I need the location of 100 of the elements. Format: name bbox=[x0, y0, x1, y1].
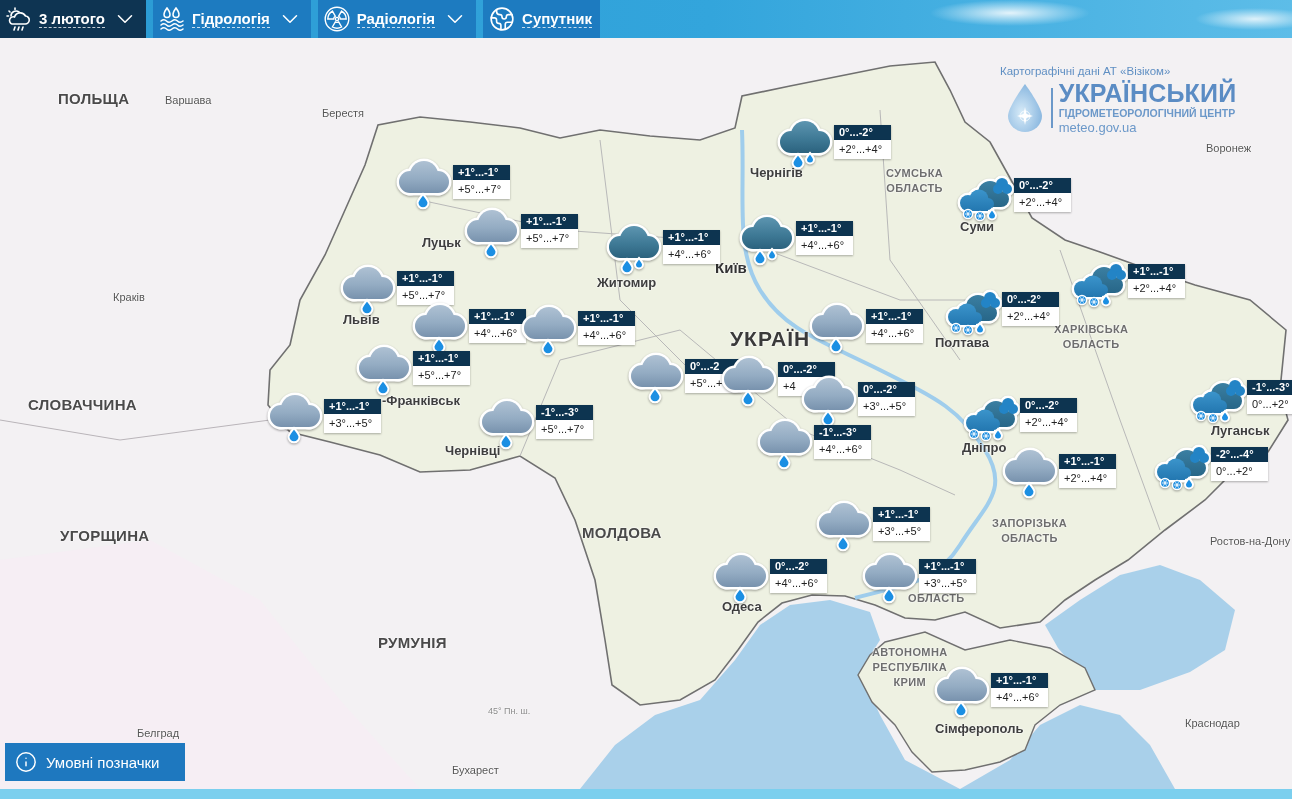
day-temperature: +5°...+7° bbox=[521, 229, 578, 248]
day-temperature: +2°...+4° bbox=[1059, 469, 1116, 488]
map-label: АВТОНОМНА РЕСПУБЛІКА КРИМ bbox=[872, 645, 948, 690]
day-temperature: +4°...+6° bbox=[578, 326, 635, 345]
day-temperature: +2°...+4° bbox=[1020, 413, 1077, 432]
night-temperature: -1°...-3° bbox=[1247, 380, 1292, 395]
globe-icon bbox=[489, 6, 516, 32]
night-temperature: +1°...-1° bbox=[663, 230, 720, 245]
map-label: Чернівці bbox=[445, 444, 501, 459]
map-label: Воронеж bbox=[1206, 142, 1252, 155]
night-temperature: +1°...-1° bbox=[991, 673, 1048, 688]
night-temperature: +1°...-1° bbox=[919, 559, 976, 574]
map-attribution: Картографічні дані АТ «Візіком» bbox=[1000, 64, 1171, 78]
map-label: УГОРЩИНА bbox=[60, 527, 150, 545]
night-temperature: +1°...-1° bbox=[1128, 264, 1185, 279]
rain-cloud-icon bbox=[720, 354, 778, 408]
map-label: 45° Пн. ш. bbox=[488, 706, 531, 717]
map-label: Сімферополь bbox=[935, 722, 1024, 737]
map-label: Полтава bbox=[935, 336, 989, 351]
map-label: Белград bbox=[137, 727, 180, 740]
map-label: Чернігів bbox=[750, 166, 803, 181]
rain-cloud-icon bbox=[520, 303, 578, 357]
map-label: ОБЛАСТЬ bbox=[908, 591, 965, 606]
night-temperature: 0°...-2° bbox=[1014, 178, 1071, 193]
night-temperature: 0°...-2° bbox=[858, 382, 915, 397]
map-label: Львів bbox=[343, 313, 380, 328]
drops-and-waves-icon bbox=[159, 7, 185, 31]
cloud-sun-rain-icon bbox=[6, 7, 32, 31]
night-temperature: 0°...-2° bbox=[1002, 292, 1059, 307]
day-temperature: +2°...+4° bbox=[1128, 279, 1185, 298]
map-label: МОЛДОВА bbox=[582, 524, 662, 542]
night-temperature: +1°...-1° bbox=[453, 165, 510, 180]
night-temperature: +1°...-1° bbox=[873, 507, 930, 522]
nav-tab[interactable]: 3 лютого bbox=[0, 0, 146, 38]
day-temperature: +4°...+6° bbox=[796, 236, 853, 255]
day-temperature: +3°...+5° bbox=[324, 414, 381, 433]
rain-cloud-icon bbox=[355, 343, 413, 397]
night-temperature: -1°...-3° bbox=[814, 425, 871, 440]
day-temperature: +4°...+6° bbox=[866, 324, 923, 343]
map-label: Варшава bbox=[165, 94, 212, 107]
day-temperature: +2°...+4° bbox=[834, 140, 891, 159]
day-temperature: +2°...+4° bbox=[1002, 307, 1059, 326]
night-temperature: +1°...-1° bbox=[469, 309, 526, 324]
map-label: Берестя bbox=[322, 107, 365, 120]
night-temperature: +1°...-1° bbox=[397, 271, 454, 286]
day-temperature: +4°...+6° bbox=[663, 245, 720, 264]
rain-cloud-icon bbox=[627, 351, 685, 405]
rain-cloud-icon bbox=[339, 263, 397, 317]
day-temperature: 0°...+2° bbox=[1211, 462, 1268, 481]
map-label: Луганськ bbox=[1211, 424, 1270, 439]
night-temperature: +1°...-1° bbox=[796, 221, 853, 236]
legend-button[interactable]: Умовні позначки bbox=[5, 743, 185, 781]
night-temperature: 0°...-2° bbox=[778, 362, 835, 377]
night-temperature: +1°...-1° bbox=[1059, 454, 1116, 469]
day-temperature: +3°...+5° bbox=[873, 522, 930, 541]
map-label: Одеса bbox=[722, 600, 762, 615]
logo-title: УКРАЇНСЬКИЙ bbox=[1058, 79, 1237, 107]
night-temperature: +1°...-1° bbox=[521, 214, 578, 229]
rain-cloud-icon bbox=[463, 206, 521, 260]
day-temperature: +4°...+6° bbox=[814, 440, 871, 459]
day-temperature: +5°...+7° bbox=[413, 366, 470, 385]
day-temperature: 0°...+2° bbox=[1247, 395, 1292, 414]
night-temperature: +1°...-1° bbox=[413, 351, 470, 366]
map-label: Ростов-на-Дону bbox=[1210, 535, 1291, 548]
night-temperature: +1°...-1° bbox=[324, 399, 381, 414]
nav-tab[interactable]: Супутник bbox=[483, 0, 600, 38]
night-temperature: -1°...-3° bbox=[536, 405, 593, 420]
map-label: СЛОВАЧЧИНА bbox=[28, 396, 137, 414]
night-temperature: -2°...-4° bbox=[1211, 447, 1268, 462]
info-icon bbox=[15, 751, 37, 773]
day-temperature: +3°...+5° bbox=[919, 574, 976, 593]
map-label: Краснодар bbox=[1185, 717, 1240, 730]
night-temperature: +1°...-1° bbox=[866, 309, 923, 324]
rain-cloud-icon bbox=[815, 499, 873, 553]
map-label: ПОЛЬЩА bbox=[58, 90, 130, 108]
rain-cloud-icon bbox=[266, 391, 324, 445]
day-temperature: +5°...+7° bbox=[453, 180, 510, 199]
rain-cloud-icon bbox=[756, 417, 814, 471]
day-temperature: +4°...+6° bbox=[469, 324, 526, 343]
map-label: ЗАПОРІЗЬКА ОБЛАСТЬ bbox=[992, 516, 1067, 546]
map-label: Суми bbox=[960, 220, 995, 235]
map-label: СУМСЬКА ОБЛАСТЬ bbox=[886, 166, 944, 196]
rain-cloud-icon bbox=[808, 301, 866, 355]
nav-tab[interactable]: Радіологія bbox=[317, 0, 477, 38]
website-url: meteo.gov.ua bbox=[1058, 120, 1138, 136]
map-label: Краків bbox=[113, 291, 145, 304]
night-temperature: +1°...-1° bbox=[578, 311, 635, 326]
nav-tab[interactable]: Гідрологія bbox=[153, 0, 311, 38]
radiation-icon bbox=[323, 6, 350, 32]
day-temperature: +5°...+7° bbox=[397, 286, 454, 305]
night-temperature: 0°...-2° bbox=[834, 125, 891, 140]
day-temperature: +3°...+5° bbox=[858, 397, 915, 416]
day-temperature: +4°...+6° bbox=[991, 688, 1048, 707]
map-label: Бухарест bbox=[452, 764, 499, 777]
map-label: УКРАЇН bbox=[730, 327, 811, 352]
night-temperature: 0°...-2° bbox=[770, 559, 827, 574]
map-label: Житомир bbox=[597, 276, 657, 291]
map-label: РУМУНІЯ bbox=[378, 634, 447, 652]
logo-subtitle: ГІДРОМЕТЕОРОЛОГІЧНИЙ ЦЕНТР bbox=[1058, 107, 1237, 120]
day-temperature: +5°...+7° bbox=[536, 420, 593, 439]
